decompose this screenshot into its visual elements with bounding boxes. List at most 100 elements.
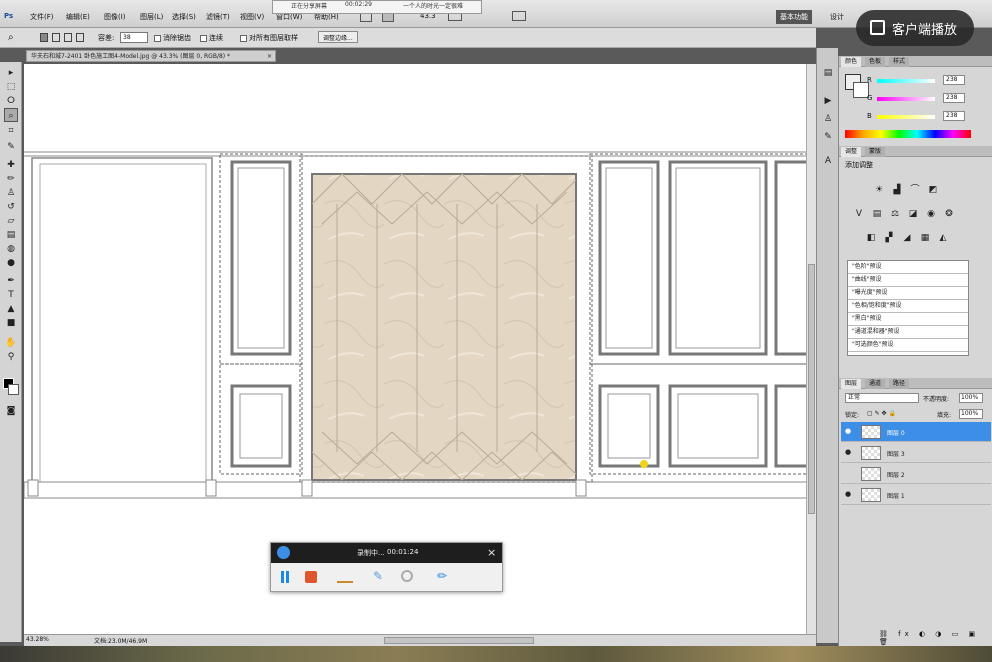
new-selection-icon[interactable] (40, 33, 48, 42)
status-doc-size[interactable]: 文档:23.0M/46.9M (94, 636, 147, 645)
tab-masks[interactable]: 蒙版 (865, 147, 886, 157)
vertical-scrollbar[interactable] (806, 64, 816, 634)
channel-mixer-icon[interactable]: ❂ (943, 208, 955, 220)
exposure-icon[interactable]: ◩ (927, 184, 939, 196)
history-brush-icon[interactable]: ↺ (4, 200, 18, 214)
eye-icon[interactable]: ● (845, 427, 853, 435)
preset-curves[interactable]: "曲线"预设 (848, 274, 968, 287)
selective-color-icon[interactable]: ◭ (937, 232, 949, 244)
screen-mode-icon[interactable] (512, 11, 526, 21)
zoom-tool-icon[interactable]: ⚲ (4, 350, 18, 364)
threshold-icon[interactable]: ◢ (901, 232, 913, 244)
levels-icon[interactable]: ▟ (891, 184, 903, 196)
menu-filter[interactable]: 滤镜(T) (206, 12, 230, 22)
path-select-icon[interactable]: ▲ (4, 302, 18, 316)
r-value[interactable]: 238 (943, 75, 965, 85)
menu-select[interactable]: 选择(S) (172, 12, 196, 22)
client-play-button[interactable]: 客户端播放 (856, 10, 974, 46)
horizontal-scrollbar[interactable] (384, 637, 534, 644)
menu-image[interactable]: 图像(I) (104, 12, 126, 22)
add-selection-icon[interactable] (52, 33, 60, 42)
brush-presets-icon[interactable]: ✎ (821, 132, 835, 146)
camera-icon[interactable] (401, 570, 413, 582)
color-balance-icon[interactable]: ⚖ (889, 208, 901, 220)
menu-file[interactable]: 文件(F) (30, 12, 54, 22)
g-value[interactable]: 238 (943, 93, 965, 103)
tab-channels[interactable]: 通道 (865, 379, 886, 389)
photo-filter-icon[interactable]: ◉ (925, 208, 937, 220)
contiguous-checkbox[interactable]: 连续 (200, 33, 223, 43)
healing-tool-icon[interactable]: ✚ (4, 158, 18, 172)
document-tab[interactable]: 华夫石和城7-2401 卧色施工图4-Model.jpg @ 43.3% (图层… (26, 50, 276, 62)
type-tool-icon[interactable]: T (4, 288, 18, 302)
posterize-icon[interactable]: ▞ (883, 232, 895, 244)
eye-icon[interactable]: ● (845, 448, 853, 456)
menu-view[interactable]: 视图(V) (240, 12, 264, 22)
layer-footer-icons[interactable]: ⛓ fx ◐ ◑ ▭ ▣ 🗑 (879, 630, 992, 646)
recorder-close-button[interactable]: × (487, 546, 496, 559)
antialias-checkbox[interactable]: 消除锯齿 (154, 33, 191, 43)
preset-exposure[interactable]: "曝光度"预设 (848, 287, 968, 300)
layer-row[interactable]: ● 图层 3 (841, 443, 991, 463)
bw-icon[interactable]: ◪ (907, 208, 919, 220)
blend-mode-select[interactable]: 正常 (845, 393, 919, 403)
status-zoom[interactable]: 43.28% (26, 636, 49, 643)
fill-input[interactable]: 100% (959, 409, 983, 419)
lock-icons[interactable]: ▢ ✎ ✥ 🔒 (867, 410, 896, 417)
pen-icon[interactable]: ✏ (437, 569, 447, 583)
move-tool-icon[interactable]: ▸ (4, 66, 18, 80)
eye-icon[interactable]: ● (845, 490, 853, 498)
preset-selective-color[interactable]: "可选颜色"预设 (848, 339, 968, 352)
menu-edit[interactable]: 编辑(E) (66, 12, 90, 22)
stamp-tool-icon[interactable]: ♙ (4, 186, 18, 200)
hand-tool-icon[interactable]: ✋ (4, 336, 18, 350)
eye-icon[interactable] (845, 469, 853, 477)
blur-tool-icon[interactable]: ◍ (4, 242, 18, 256)
gradient-tool-icon[interactable]: ▤ (4, 228, 18, 242)
magic-wand-tool-icon[interactable]: ⌕ (4, 108, 18, 122)
layer-row[interactable]: ● 图层 1 (841, 485, 991, 505)
tab-adjustments[interactable]: 调整 (841, 147, 862, 157)
tab-color[interactable]: 颜色 (841, 57, 862, 67)
intersect-selection-icon[interactable] (76, 33, 84, 42)
crop-tool-icon[interactable]: ⌗ (4, 124, 18, 138)
pause-icon[interactable] (281, 571, 284, 583)
stop-icon[interactable] (305, 571, 317, 583)
r-slider[interactable] (877, 79, 935, 83)
eyedropper-tool-icon[interactable]: ✎ (4, 140, 18, 154)
marquee-tool-icon[interactable]: ⬚ (4, 80, 18, 94)
layer-row[interactable]: ● 图层 0 (841, 422, 991, 442)
quick-mask-icon[interactable]: ◙ (4, 404, 18, 418)
tolerance-input[interactable]: 38 (120, 32, 148, 43)
magic-wand-preset-icon[interactable]: ⌕ (8, 32, 14, 43)
preset-levels[interactable]: "色阶"预设 (848, 261, 968, 274)
scroll-thumb[interactable] (808, 264, 815, 514)
brush-tool-icon[interactable]: ✏ (4, 172, 18, 186)
curves-icon[interactable]: ⌒ (909, 184, 921, 196)
gradient-map-icon[interactable]: ▦ (919, 232, 931, 244)
document-close-icon[interactable]: × (267, 51, 272, 62)
sample-all-checkbox[interactable]: 对所有图层取样 (240, 33, 298, 43)
brush-icon[interactable]: ✎ (373, 569, 383, 583)
workspace-essentials[interactable]: 基本功能 (776, 10, 812, 24)
underline-tool-icon[interactable] (337, 581, 353, 583)
preset-channel-mixer[interactable]: "通道混和器"预设 (848, 326, 968, 339)
layer-row[interactable]: 图层 2 (841, 464, 991, 484)
pen-tool-icon[interactable]: ✒ (4, 274, 18, 288)
invert-icon[interactable]: ◧ (865, 232, 877, 244)
eraser-tool-icon[interactable]: ▱ (4, 214, 18, 228)
history-icon[interactable]: ▤ (821, 68, 835, 82)
vibrance-icon[interactable]: V (853, 208, 865, 220)
dodge-tool-icon[interactable]: ● (4, 256, 18, 270)
background-color-icon[interactable] (8, 384, 19, 395)
shape-tool-icon[interactable]: ■ (4, 316, 18, 330)
clone-source-icon[interactable]: ♙ (821, 114, 835, 128)
character-icon[interactable]: A (821, 156, 835, 170)
lasso-tool-icon[interactable]: ⵔ (4, 94, 18, 108)
refine-edge-button[interactable]: 调整边缘... (318, 31, 358, 43)
tab-swatches[interactable]: 色板 (865, 57, 886, 67)
opacity-input[interactable]: 100% (959, 393, 983, 403)
b-slider[interactable] (877, 115, 935, 119)
hue-sat-icon[interactable]: ▤ (871, 208, 883, 220)
tab-layers[interactable]: 图层 (841, 379, 862, 389)
